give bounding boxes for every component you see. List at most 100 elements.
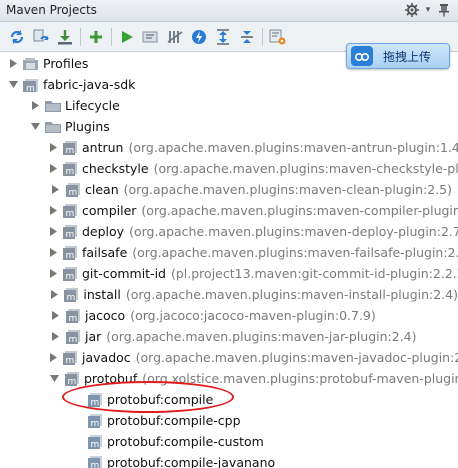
- plugin-coordinates: (pl.project13.maven:git-commit-id-plugin…: [170, 266, 458, 281]
- svg-text:m: m: [91, 440, 100, 450]
- expand-arrow-icon[interactable]: [8, 59, 18, 69]
- tree-node-goal[interactable]: m protobuf:compile-cpp: [0, 410, 458, 431]
- svg-text:m: m: [69, 188, 78, 198]
- maven-goal-icon: m: [86, 434, 104, 450]
- plugin-coordinates: (org.apache.maven.plugins:maven-install-…: [125, 287, 458, 302]
- collapse-arrow-icon[interactable]: [30, 122, 40, 132]
- maven-project-icon: m: [22, 77, 40, 93]
- plugin-icon: m: [64, 329, 82, 345]
- maven-goal-icon: m: [86, 413, 104, 429]
- svg-text:m: m: [66, 230, 75, 240]
- collapse-arrow-icon[interactable]: [50, 374, 59, 384]
- tree-node-project[interactable]: m fabric-java-sdk: [0, 74, 458, 95]
- svg-text:m: m: [66, 251, 75, 261]
- expand-arrow-icon[interactable]: [50, 164, 57, 174]
- expand-all-icon[interactable]: [236, 26, 257, 48]
- plugin-coordinates: (org.apache.maven.plugins:maven-compiler…: [141, 203, 458, 218]
- svg-text:m: m: [66, 272, 75, 282]
- expand-arrow-icon[interactable]: [50, 227, 57, 237]
- tree-node-goal[interactable]: m protobuf:compile-javanano: [0, 452, 458, 468]
- plugin-name: install: [83, 287, 121, 302]
- tree-node-plugin[interactable]: m failsafe (org.apache.maven.plugins:mav…: [0, 242, 458, 263]
- tree-node-label: fabric-java-sdk: [43, 77, 136, 92]
- skip-tests-icon[interactable]: [188, 26, 209, 48]
- tree-node-plugin[interactable]: m install (org.apache.maven.plugins:mave…: [0, 284, 458, 305]
- collapse-all-icon[interactable]: [212, 26, 233, 48]
- expand-arrow-icon[interactable]: [30, 101, 40, 111]
- highlight-annotation: [62, 381, 234, 413]
- expand-arrow-icon[interactable]: [50, 311, 60, 321]
- svg-text:m: m: [66, 146, 75, 156]
- add-icon[interactable]: [85, 26, 106, 48]
- plugin-name: jacoco: [85, 308, 126, 323]
- svg-text:m: m: [67, 293, 76, 303]
- plugin-coordinates: (org.apache.maven.plugins:maven-deploy-p…: [129, 224, 458, 239]
- svg-text:m: m: [69, 314, 78, 324]
- tree-node-label: Lifecycle: [65, 98, 120, 113]
- expand-arrow-icon[interactable]: [50, 143, 57, 153]
- maven-goal-icon: m: [86, 455, 104, 468]
- tree-node-plugins[interactable]: Plugins: [0, 116, 458, 137]
- svg-text:m: m: [66, 356, 75, 366]
- pin-icon[interactable]: [436, 2, 452, 18]
- tree-node-plugin[interactable]: m protobuf (org.xolstice.maven.plugins:p…: [0, 368, 458, 389]
- run-config-icon[interactable]: [140, 26, 161, 48]
- tree-node-plugin[interactable]: m compiler (org.apache.maven.plugins:mav…: [0, 200, 458, 221]
- plugin-icon: m: [61, 224, 79, 240]
- tree-node-plugin[interactable]: m javadoc (org.apache.maven.plugins:mave…: [0, 347, 458, 368]
- settings-icon[interactable]: [267, 26, 288, 48]
- plugin-name: checkstyle: [82, 161, 149, 176]
- expand-arrow-icon[interactable]: [50, 185, 60, 195]
- svg-text:m: m: [91, 419, 100, 429]
- plugin-icon: m: [61, 266, 79, 282]
- tree-node-plugin[interactable]: m jar (org.apache.maven.plugins:maven-ja…: [0, 326, 458, 347]
- svg-text:m: m: [66, 209, 75, 219]
- run-icon[interactable]: [116, 26, 137, 48]
- tree-node-plugin[interactable]: m deploy (org.apache.maven.plugins:maven…: [0, 221, 458, 242]
- tree-node-lifecycle[interactable]: Lifecycle: [0, 95, 458, 116]
- tree-node-plugin[interactable]: m checkstyle (org.apache.maven.plugins:m…: [0, 158, 458, 179]
- tree-node-plugin[interactable]: m git-commit-id (pl.project13.maven:git-…: [0, 263, 458, 284]
- plugin-icon: m: [61, 245, 79, 261]
- expand-arrow-icon[interactable]: [50, 206, 57, 216]
- plugin-icon: m: [64, 308, 82, 324]
- tree-node-plugin[interactable]: m antrun (org.apache.maven.plugins:maven…: [0, 137, 458, 158]
- tree-node-profiles[interactable]: Profiles: [0, 53, 458, 74]
- generate-sources-icon[interactable]: [30, 26, 51, 48]
- expand-arrow-icon[interactable]: [50, 290, 58, 300]
- gear-icon[interactable]: [404, 2, 420, 18]
- expand-arrow-icon[interactable]: [50, 353, 57, 363]
- expand-arrow-icon[interactable]: [50, 269, 57, 279]
- plugin-coordinates: (org.apache.maven.plugins:maven-javadoc-…: [135, 350, 458, 365]
- svg-text:m: m: [68, 377, 77, 387]
- plugin-icon: m: [61, 350, 79, 366]
- plugin-coordinates: (org.apache.maven.plugins:maven-failsafe…: [132, 245, 458, 260]
- tree-node-plugin[interactable]: m clean (org.apache.maven.plugins:maven-…: [0, 179, 458, 200]
- plugin-name: deploy: [82, 224, 125, 239]
- plugin-name: git-commit-id: [82, 266, 166, 281]
- tool-window-title-bar: Maven Projects ▾: [0, 0, 458, 22]
- plugin-name: compiler: [82, 203, 137, 218]
- chevron-down-icon[interactable]: ▾: [424, 2, 432, 18]
- expand-arrow-icon[interactable]: [50, 248, 57, 258]
- download-icon[interactable]: [54, 26, 75, 48]
- plugin-coordinates: (org.apache.maven.plugins:maven-antrun-p…: [128, 140, 458, 155]
- goal-label: protobuf:compile-cpp: [107, 413, 241, 428]
- plugin-icon: m: [62, 287, 80, 303]
- plugin-coordinates: (org.apache.maven.plugins:maven-jar-plug…: [106, 329, 417, 344]
- tree-node-goal[interactable]: m protobuf:compile-custom: [0, 431, 458, 452]
- collapse-arrow-icon[interactable]: [8, 80, 18, 90]
- goal-label: protobuf:compile-custom: [107, 434, 264, 449]
- goal-label: protobuf:compile-javanano: [107, 455, 276, 468]
- plugin-coordinates: (org.apache.maven.plugins:maven-clean-pl…: [123, 182, 453, 197]
- plugin-icon: m: [61, 203, 79, 219]
- profiles-icon: [22, 56, 40, 72]
- plugin-coordinates: (org.jacoco:jacoco-maven-plugin:0.7.9): [130, 308, 376, 323]
- plugin-icon: m: [61, 161, 79, 177]
- reimport-icon[interactable]: [6, 26, 27, 48]
- toggle-offline-icon[interactable]: [164, 26, 185, 48]
- plugin-name: antrun: [82, 140, 124, 155]
- tree-node-plugin[interactable]: m jacoco (org.jacoco:jacoco-maven-plugin…: [0, 305, 458, 326]
- svg-text:m: m: [26, 84, 35, 93]
- expand-arrow-icon[interactable]: [50, 332, 60, 342]
